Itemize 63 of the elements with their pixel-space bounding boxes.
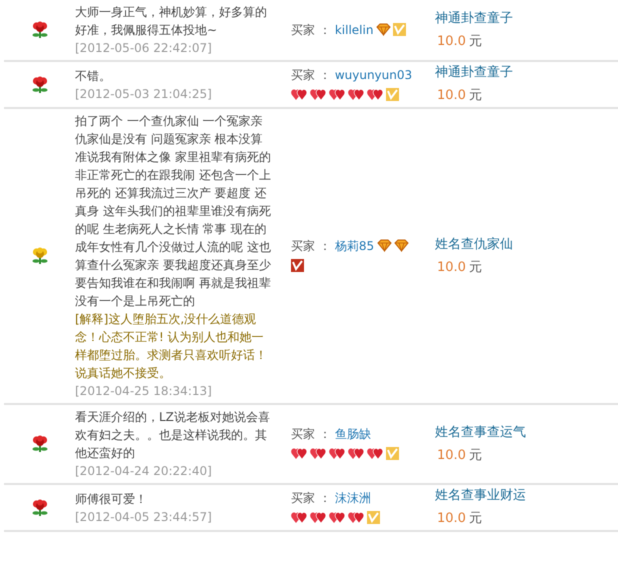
hearts-icon (367, 88, 384, 100)
currency-label: 元 (468, 260, 482, 274)
review-comment: 看天涯介绍的，LZ说老板对她说会喜欢有妇之夫。。也是这样说我的。其他还蛮好的 (75, 409, 271, 462)
buyer-name-link[interactable]: wuyunyun03 (334, 68, 412, 82)
buyer-name-link[interactable]: 沫沫洲 (334, 490, 371, 504)
product-link[interactable]: 神通卦查童子 (435, 8, 513, 30)
review-comment: 大师一身正气，神机妙算，好多算的好准，我佩服得五体投地~ (75, 4, 268, 39)
product-link[interactable]: 神通卦查童子 (435, 62, 513, 84)
hearts-icon (291, 447, 308, 460)
review-comment: 师傅很可爱！ (75, 490, 148, 508)
diamond-icon (376, 23, 392, 36)
price: 10.0 (437, 511, 466, 526)
hearts-icon (291, 88, 308, 100)
review-time: [2012-04-05 23:44:57] (75, 508, 213, 526)
price: 10.0 (437, 448, 466, 462)
currency-label: 元 (468, 511, 482, 526)
currency-label: 元 (468, 448, 482, 462)
hearts-icon (291, 510, 308, 524)
vip-badge-icon (393, 23, 406, 36)
flower-icon (30, 247, 48, 265)
review-comment: 拍了两个 一个查仇家仙 一个冤家亲仇家仙是没有 问题冤家亲 根本没算准说我有附体之像 家里祖辈有病死的非正常死亡的在跟我闹 还包含一个上吊死的 还算我流过三次产 要超度 还真身 这年头我们的祖辈里谁没有病死的呢 生老病死人之长情 常事 现在的成年女性有几个没做过人流的呢 这也算查什么冤家亲 要我超度还真身至少要告知我谁在和我闹啊 再就是我祖辈没有一个是上吊死亡的 (75, 113, 272, 310)
price: 10.0 (437, 88, 466, 103)
product-link[interactable]: 姓名查事业财运 (435, 485, 526, 507)
hearts-icon (310, 510, 327, 524)
hearts-icon (329, 447, 346, 460)
diamond-icon (394, 239, 410, 252)
buyer-label: 买家 ： (291, 239, 331, 253)
hearts-icon (348, 88, 365, 100)
hearts-icon (348, 447, 365, 460)
diamond-icon (377, 239, 392, 252)
product-link[interactable]: 姓名查事查运气 (435, 422, 526, 444)
vip-badge-icon (386, 88, 399, 100)
buyer-name-link[interactable]: 鱼肠缺 (334, 427, 371, 441)
hearts-icon (310, 447, 327, 460)
review-time: [2012-04-24 20:22:40] (75, 463, 213, 480)
vip-badge-icon (386, 447, 399, 460)
hearts-icon (310, 88, 327, 100)
buyer-label: 买家 ： (291, 427, 331, 441)
vip-badge-icon (291, 259, 304, 272)
buyer-label: 买家 ： (291, 68, 331, 82)
price: 10.0 (437, 260, 466, 274)
hearts-icon (367, 447, 384, 460)
review-time: [2012-04-25 18:34:13] (75, 383, 213, 400)
buyer-label: 买家 ： (291, 23, 331, 37)
flower-icon (30, 76, 48, 94)
product-link[interactable]: 姓名查仇家仙 (435, 234, 513, 256)
flower-icon (30, 498, 48, 516)
hearts-icon (329, 510, 346, 524)
review-time: [2012-05-06 22:42:07] (75, 40, 213, 57)
review-comment: 不错。 (75, 68, 112, 84)
currency-label: 元 (468, 34, 482, 48)
buyer-label: 买家 ： (291, 490, 331, 504)
seller-explanation: [解释]这人堕胎五次,没什么道德观念！心态不正常! 认为别人也和她一样都堕过胎。求测者只喜欢听好话！说真话她不接受。 (75, 311, 268, 382)
hearts-icon (329, 88, 346, 100)
buyer-name-link[interactable]: 杨莉85 (334, 239, 374, 253)
vip-badge-icon (367, 510, 380, 524)
price: 10.0 (437, 34, 466, 48)
currency-label: 元 (468, 88, 482, 103)
flower-icon (30, 435, 48, 453)
buyer-name-link[interactable]: killelin (334, 23, 374, 37)
hearts-icon (348, 510, 365, 524)
review-time: [2012-05-03 21:04:25] (75, 86, 213, 102)
flower-icon (30, 21, 48, 39)
